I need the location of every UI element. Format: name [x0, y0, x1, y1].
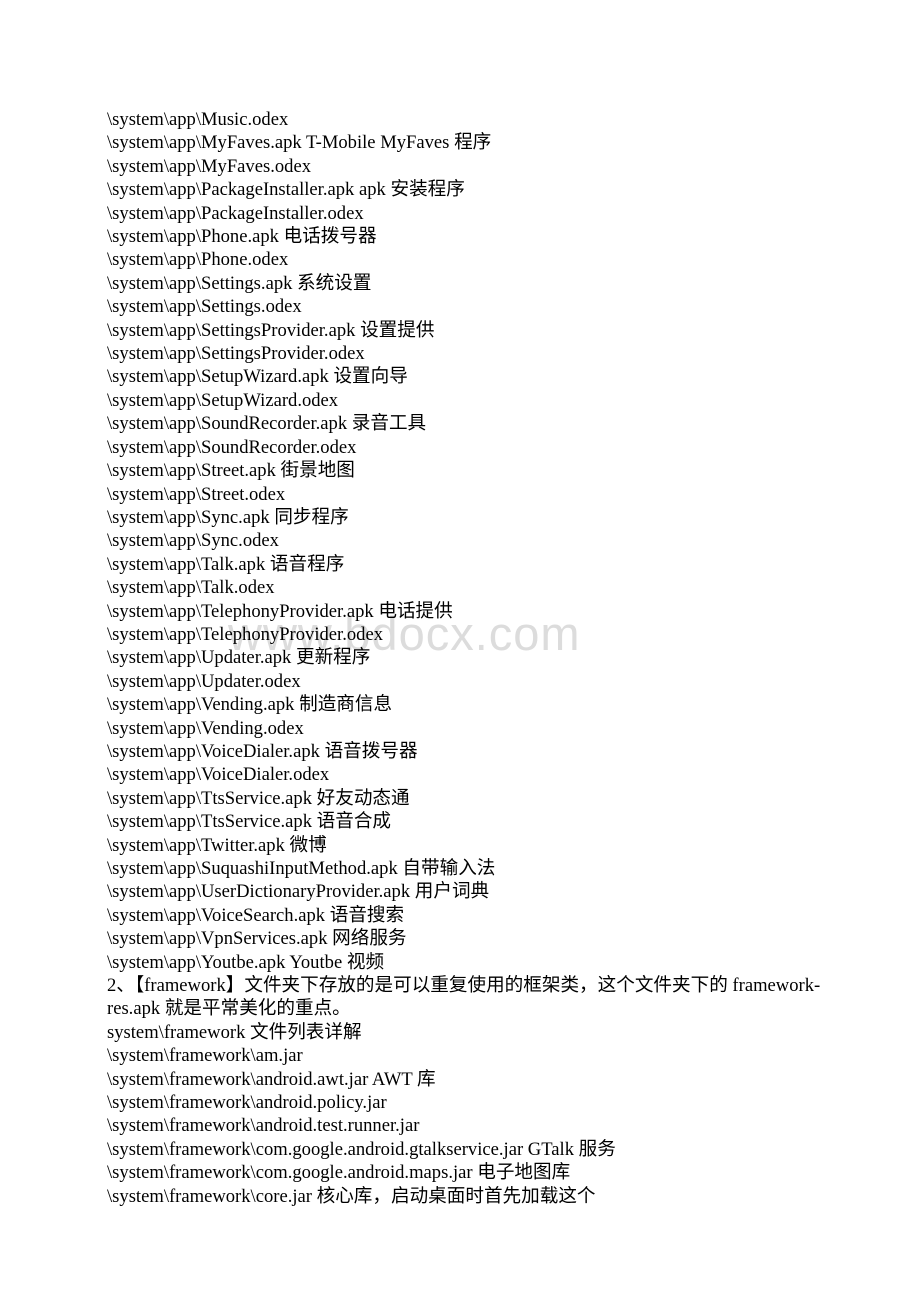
document-line: \system\app\VpnServices.apk 网络服务 [107, 928, 407, 950]
document-line: \system\app\Twitter.apk 微博 [107, 834, 327, 856]
document-line: \system\app\TtsService.apk 好友动态通 [107, 787, 410, 809]
document-line: \system\app\Phone.apk 电话拨号器 [107, 226, 377, 248]
document-line: \system\framework\android.awt.jar AWT 库 [107, 1068, 436, 1090]
document-body: \system\app\Music.odex \system\app\MyFave… [107, 108, 825, 1208]
document-line: \system\framework\am.jar [107, 1045, 303, 1067]
document-line: \system\app\Youtbe.apk Youtbe 视频 [107, 951, 385, 973]
document-line: system\framework 文件列表详解 [107, 1021, 362, 1043]
document-line: \system\app\TtsService.apk 语音合成 [107, 811, 392, 833]
document-line: \system\app\Vending.apk 制造商信息 [107, 694, 393, 716]
document-line: \system\framework\com.google.android.map… [107, 1162, 571, 1184]
document-line: \system\app\Street.odex [107, 483, 286, 505]
document-line: \system\app\MyFaves.apk T-Mobile MyFaves… [107, 132, 492, 154]
document-line: \system\app\Talk.apk 语音程序 [107, 553, 345, 575]
document-line: 2、【framework】文件夹下存放的是可以重复使用的框架类，这个文件夹下的 … [107, 975, 821, 1020]
document-line: \system\app\UserDictionaryProvider.apk 用… [107, 881, 490, 903]
document-line: \system\app\VoiceDialer.apk 语音拨号器 [107, 740, 418, 762]
document-line: \system\app\Settings.apk 系统设置 [107, 272, 372, 294]
document-line: \system\app\Settings.odex [107, 296, 302, 318]
document-line: \system\framework\android.policy.jar [107, 1092, 387, 1114]
document-line: \system\app\Vending.odex [107, 717, 304, 739]
document-line: \system\app\TelephonyProvider.odex [107, 623, 384, 645]
document-line: \system\app\Sync.apk 同步程序 [107, 506, 349, 528]
document-line: \system\app\VoiceDialer.odex [107, 764, 330, 786]
document-page: www.bdocx.com \system\app\Music.odex \sys… [0, 0, 920, 1302]
document-line: \system\app\VoiceSearch.apk 语音搜索 [107, 904, 405, 926]
document-line: \system\framework\android.test.runner.ja… [107, 1115, 420, 1137]
document-line: \system\app\SuquashiInputMethod.apk 自带输入… [107, 858, 496, 879]
document-line: \system\app\Sync.odex [107, 530, 279, 552]
document-line: \system\app\SoundRecorder.apk 录音工具 [107, 413, 427, 435]
document-line: \system\app\Phone.odex [107, 249, 289, 271]
document-line: \system\app\Talk.odex [107, 577, 275, 599]
document-line: \system\app\MyFaves.odex [107, 155, 311, 177]
document-line: \system\app\PackageInstaller.apk apk 安装程… [107, 179, 465, 201]
document-line: \system\app\SoundRecorder.odex [107, 436, 357, 458]
document-line: \system\app\SetupWizard.odex [107, 389, 339, 411]
document-line: \system\app\Music.odex [107, 109, 289, 130]
document-line: \system\framework\core.jar 核心库，启动桌面时首先加载… [107, 1185, 596, 1207]
document-line: \system\app\TelephonyProvider.apk 电话提供 [107, 600, 453, 622]
document-line: \system\app\Updater.apk 更新程序 [107, 647, 371, 669]
document-line: \system\app\SettingsProvider.apk 设置提供 [107, 319, 435, 341]
document-line: \system\app\Street.apk 街景地图 [107, 460, 355, 482]
document-line: \system\app\Updater.odex [107, 670, 301, 692]
document-line: \system\framework\com.google.android.gta… [107, 1138, 616, 1160]
document-line: \system\app\PackageInstaller.odex [107, 202, 364, 224]
document-line: \system\app\SettingsProvider.odex [107, 343, 365, 365]
document-line: \system\app\SetupWizard.apk 设置向导 [107, 366, 408, 388]
